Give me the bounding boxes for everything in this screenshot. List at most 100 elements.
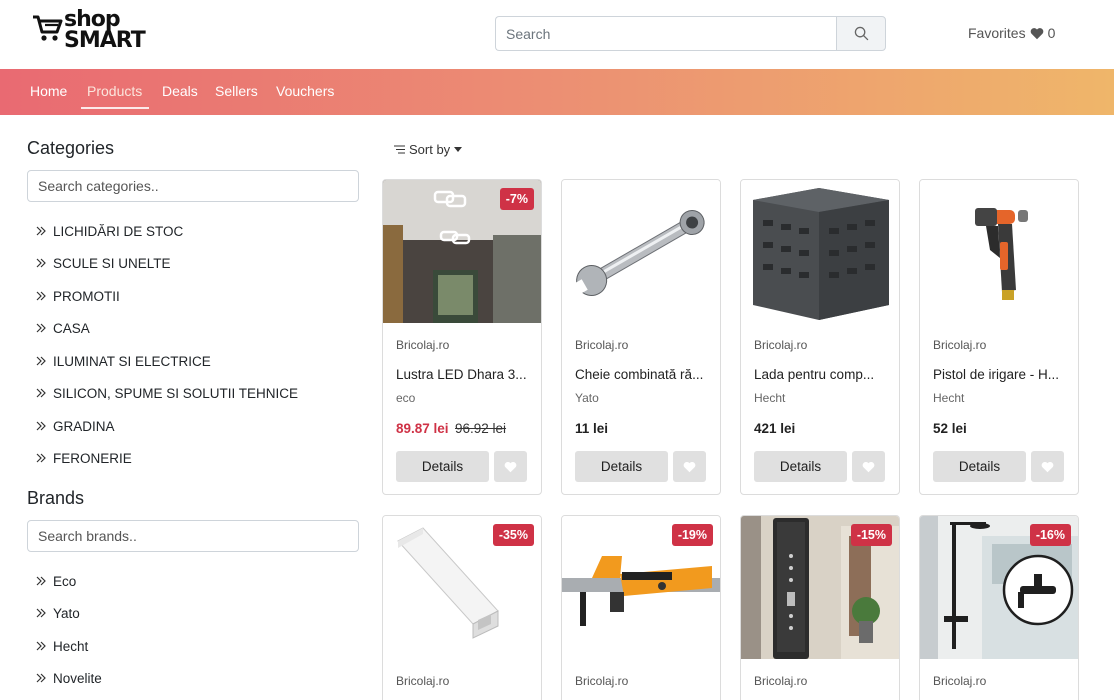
product-brand: Hecht <box>933 391 965 405</box>
product-seller[interactable]: Bricolaj.ro <box>396 674 449 688</box>
category-label: PROMOTII <box>53 288 120 304</box>
logo-text-smart: SMART <box>64 28 146 53</box>
product-name[interactable]: Lustra LED Dhara 3... <box>396 367 534 382</box>
product-image[interactable]: -7% <box>383 180 541 323</box>
category-label: FERONERIE <box>53 450 132 466</box>
double-chevron-right-icon <box>36 641 46 651</box>
product-seller[interactable]: Bricolaj.ro <box>396 338 449 352</box>
add-to-favorites-button[interactable] <box>494 451 527 482</box>
heart-icon <box>1041 461 1054 472</box>
product-card[interactable]: -19% Bricolaj.ro <box>561 515 721 700</box>
product-image[interactable] <box>920 180 1078 323</box>
brand-search-input[interactable] <box>27 520 359 552</box>
double-chevron-right-icon <box>36 421 46 431</box>
brand-item[interactable]: Hecht <box>35 636 88 656</box>
double-chevron-right-icon <box>36 453 46 463</box>
main-nav: Home Products Deals Sellers Vouchers <box>0 69 1114 115</box>
add-to-favorites-button[interactable] <box>1031 451 1064 482</box>
shop-smart-logo[interactable]: shop SMART <box>32 9 146 54</box>
product-image[interactable]: -16% <box>920 516 1078 659</box>
product-seller[interactable]: Bricolaj.ro <box>575 674 628 688</box>
category-label: ILUMINAT SI ELECTRICE <box>53 353 211 369</box>
nav-home[interactable]: Home <box>30 83 67 99</box>
brand-item[interactable]: Eco <box>35 571 76 591</box>
product-image[interactable] <box>741 180 899 323</box>
search-input[interactable] <box>495 16 836 51</box>
product-card[interactable]: Bricolaj.ro Pistol de irigare - H... Hec… <box>919 179 1079 495</box>
double-chevron-right-icon <box>36 258 46 268</box>
heart-icon <box>683 461 696 472</box>
details-button[interactable]: Details <box>575 451 668 482</box>
category-item[interactable]: ILUMINAT SI ELECTRICE <box>35 351 211 371</box>
brands-title: Brands <box>27 488 85 508</box>
discount-badge: -7% <box>499 188 534 210</box>
nav-products[interactable]: Products <box>87 83 142 99</box>
category-item[interactable]: CASA <box>35 318 90 338</box>
spray-gun-image <box>920 180 1078 323</box>
double-chevron-right-icon <box>36 323 46 333</box>
product-image[interactable]: -35% <box>383 516 541 659</box>
product-card[interactable]: -16% Bricolaj.ro <box>919 515 1079 700</box>
product-brand: Yato <box>575 391 599 405</box>
brand-label: Novelite <box>53 670 102 686</box>
product-card[interactable]: -15% Bricolaj.ro <box>740 515 900 700</box>
details-button[interactable]: Details <box>754 451 847 482</box>
product-price: 89.87 lei <box>396 421 449 436</box>
active-tab-indicator <box>81 107 149 109</box>
product-image[interactable]: -19% <box>562 516 720 659</box>
product-card[interactable]: -35% Bricolaj.ro <box>382 515 542 700</box>
product-name[interactable]: Lada pentru comp... <box>754 367 892 382</box>
nav-vouchers[interactable]: Vouchers <box>276 83 334 99</box>
double-chevron-right-icon <box>36 576 46 586</box>
double-chevron-right-icon <box>36 388 46 398</box>
brand-label: Eco <box>53 573 77 589</box>
nav-deals[interactable]: Deals <box>162 83 198 99</box>
heart-icon <box>1030 27 1043 39</box>
category-search-input[interactable] <box>27 170 359 202</box>
product-price: 52 lei <box>933 421 967 436</box>
search-button[interactable] <box>836 16 886 51</box>
brand-list: Eco Yato Hecht Novelite <box>27 560 359 700</box>
category-label: SCULE SI UNELTE <box>53 255 171 271</box>
double-chevron-right-icon <box>36 356 46 366</box>
category-item[interactable]: PROMOTII <box>35 286 120 306</box>
categories-title: Categories <box>27 138 115 158</box>
product-image[interactable]: -15% <box>741 516 899 659</box>
product-seller[interactable]: Bricolaj.ro <box>933 338 986 352</box>
add-to-favorites-button[interactable] <box>673 451 706 482</box>
product-seller[interactable]: Bricolaj.ro <box>754 674 807 688</box>
favorites-link[interactable]: Favorites 0 <box>968 25 1055 41</box>
category-item[interactable]: SCULE SI UNELTE <box>35 253 171 273</box>
caret-down-icon <box>454 147 463 152</box>
add-to-favorites-button[interactable] <box>852 451 885 482</box>
category-item[interactable]: FERONERIE <box>35 448 132 468</box>
category-item[interactable]: GRADINA <box>35 416 115 436</box>
product-price: 11 lei <box>575 421 609 436</box>
category-item[interactable]: SILICON, SPUME SI SOLUTII TEHNICE <box>35 383 298 403</box>
product-seller[interactable]: Bricolaj.ro <box>933 674 986 688</box>
sort-dropdown[interactable]: Sort by <box>394 142 463 157</box>
nav-sellers[interactable]: Sellers <box>215 83 258 99</box>
product-seller[interactable]: Bricolaj.ro <box>754 338 807 352</box>
double-chevron-right-icon <box>36 673 46 683</box>
details-button[interactable]: Details <box>933 451 1026 482</box>
cart-icon <box>33 15 63 41</box>
category-item[interactable]: LICHIDĂRI DE STOC <box>35 221 183 241</box>
product-name[interactable]: Cheie combinată ră... <box>575 367 713 382</box>
sort-label: Sort by <box>409 142 451 157</box>
product-image[interactable] <box>562 180 720 323</box>
product-name[interactable]: Pistol de irigare - H... <box>933 367 1071 382</box>
double-chevron-right-icon <box>36 226 46 236</box>
product-card[interactable]: Bricolaj.ro Cheie combinată ră... Yato 1… <box>561 179 721 495</box>
brand-item[interactable]: Novelite <box>35 668 102 688</box>
brand-item[interactable]: Yato <box>35 603 80 623</box>
details-button[interactable]: Details <box>396 451 489 482</box>
product-card[interactable]: -7% Bricolaj.ro Lustra LED Dhara 3... ec… <box>382 179 542 495</box>
product-card[interactable]: Bricolaj.ro Lada pentru comp... Hecht 42… <box>740 179 900 495</box>
product-old-price: 96.92 lei <box>455 421 507 436</box>
product-seller[interactable]: Bricolaj.ro <box>575 338 628 352</box>
search-bar <box>495 16 886 51</box>
brand-label: Yato <box>53 605 80 621</box>
compost-bin-image <box>741 180 899 323</box>
product-brand: eco <box>396 391 416 405</box>
